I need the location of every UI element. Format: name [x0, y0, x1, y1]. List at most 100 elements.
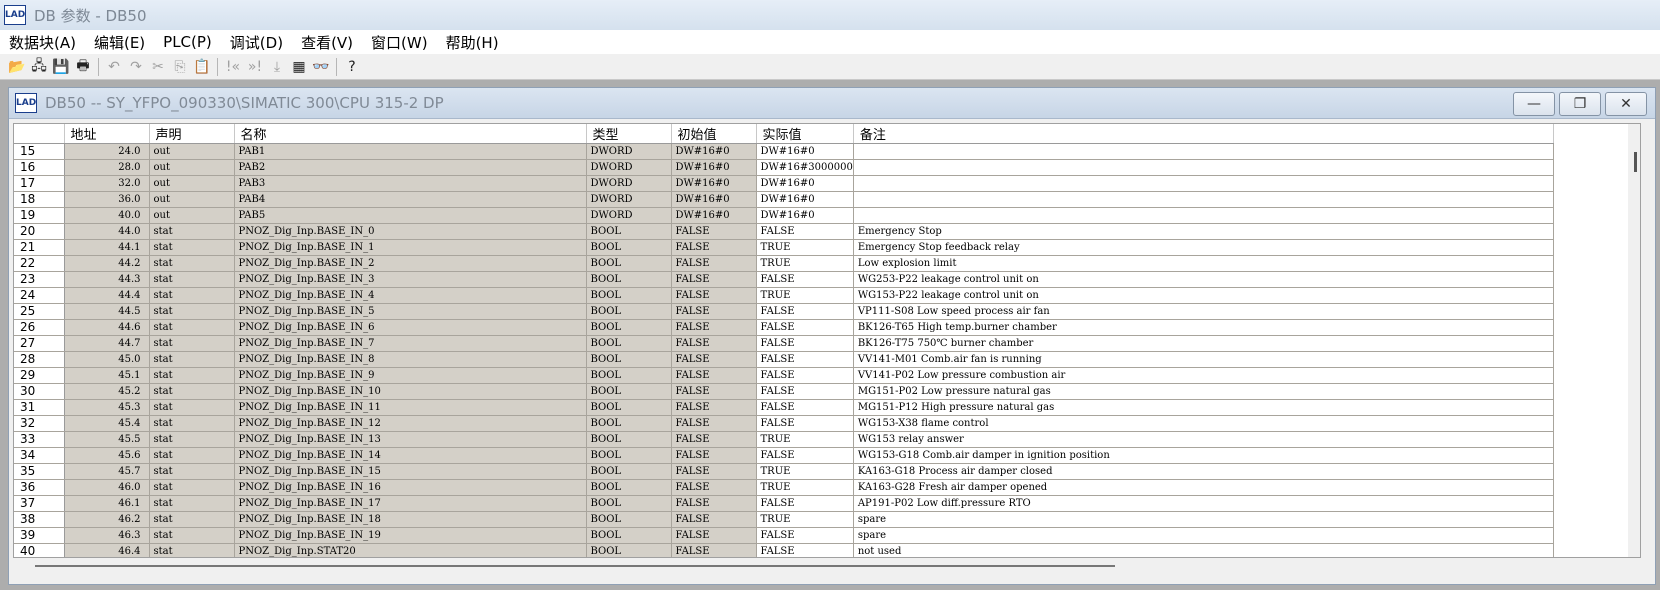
monitor-button[interactable]: 👓 [310, 56, 332, 78]
table-row[interactable]: 37 46.1 stat PNOZ_Dig_Inp.BASE_IN_17 BOOL FAL… [14, 495, 1554, 512]
actual-value-cell[interactable]: FALSE [756, 351, 854, 368]
prev-button[interactable]: !« [222, 56, 244, 78]
column-header-3[interactable]: 类型 [586, 124, 672, 144]
actual-value-cell[interactable]: FALSE [756, 447, 854, 464]
table-row[interactable]: 30 45.2 stat PNOZ_Dig_Inp.BASE_IN_10 BOOL FAL… [14, 383, 1554, 400]
column-header-2[interactable]: 名称 [234, 124, 587, 144]
row-number[interactable]: 35 [14, 463, 65, 480]
undo-button[interactable]: ↶ [103, 56, 125, 78]
actual-value-cell[interactable]: FALSE [756, 223, 854, 240]
table-row[interactable]: 33 45.5 stat PNOZ_Dig_Inp.BASE_IN_13 BOOL FAL… [14, 431, 1554, 448]
row-number[interactable]: 16 [14, 159, 65, 176]
table-row[interactable]: 32 45.4 stat PNOZ_Dig_Inp.BASE_IN_12 BOOL FAL… [14, 415, 1554, 432]
row-number[interactable]: 17 [14, 175, 65, 192]
row-number[interactable]: 28 [14, 351, 65, 368]
row-number[interactable]: 24 [14, 287, 65, 304]
row-number[interactable]: 32 [14, 415, 65, 432]
column-header-0[interactable]: 地址 [64, 124, 150, 144]
vertical-scroll-thumb[interactable] [1634, 152, 1637, 172]
actual-value-cell[interactable]: FALSE [756, 335, 854, 352]
row-number[interactable]: 26 [14, 319, 65, 336]
row-number[interactable]: 38 [14, 511, 65, 528]
save-button[interactable]: 💾 [50, 56, 72, 78]
maximize-button[interactable]: ❐ [1559, 92, 1601, 116]
table-row[interactable]: 31 45.3 stat PNOZ_Dig_Inp.BASE_IN_11 BOOL FAL… [14, 399, 1554, 416]
row-number[interactable]: 25 [14, 303, 65, 320]
minimize-button[interactable]: — [1513, 92, 1555, 116]
menu-item-3[interactable]: 调试(D) [221, 32, 292, 53]
table-row[interactable]: 24 44.4 stat PNOZ_Dig_Inp.BASE_IN_4 BOOL FALS… [14, 287, 1554, 304]
table-row[interactable]: 17 32.0 out PAB3 DWORD DW#16#0 DW#16#0 [14, 175, 1554, 192]
table-row[interactable]: 19 40.0 out PAB5 DWORD DW#16#0 DW#16#0 [14, 207, 1554, 224]
actual-value-cell[interactable]: FALSE [756, 495, 854, 512]
copy-button[interactable]: ⎘ [169, 56, 191, 78]
actual-value-cell[interactable]: FALSE [756, 367, 854, 384]
table-row[interactable]: 18 36.0 out PAB4 DWORD DW#16#0 DW#16#0 [14, 191, 1554, 208]
actual-value-cell[interactable]: DW#16#0 [756, 175, 854, 192]
actual-value-cell[interactable]: FALSE [756, 415, 854, 432]
table-row[interactable]: 15 24.0 out PAB1 DWORD DW#16#0 DW#16#0 [14, 143, 1554, 160]
menu-item-4[interactable]: 查看(V) [292, 32, 362, 53]
open-button[interactable]: 📂 [6, 56, 28, 78]
row-number[interactable]: 23 [14, 271, 65, 288]
column-header-6[interactable]: 备注 [853, 124, 1554, 144]
actual-value-cell[interactable]: TRUE [756, 255, 854, 272]
actual-value-cell[interactable]: TRUE [756, 287, 854, 304]
horizontal-scroll-thumb[interactable] [35, 565, 1115, 567]
actual-value-cell[interactable]: FALSE [756, 319, 854, 336]
table-row[interactable]: 39 46.3 stat PNOZ_Dig_Inp.BASE_IN_19 BOOL FAL… [14, 527, 1554, 544]
actual-value-cell[interactable]: FALSE [756, 543, 854, 557]
row-number[interactable]: 29 [14, 367, 65, 384]
table-row[interactable]: 23 44.3 stat PNOZ_Dig_Inp.BASE_IN_3 BOOL FALS… [14, 271, 1554, 288]
actual-value-cell[interactable]: FALSE [756, 303, 854, 320]
actual-value-cell[interactable]: DW#16#0 [756, 191, 854, 208]
print-button[interactable]: 🖶 [72, 56, 94, 78]
row-number[interactable]: 22 [14, 255, 65, 272]
actual-value-cell[interactable]: TRUE [756, 463, 854, 480]
actual-value-cell[interactable]: FALSE [756, 527, 854, 544]
menu-item-5[interactable]: 窗口(W) [362, 32, 437, 53]
row-number[interactable]: 40 [14, 543, 65, 557]
row-number[interactable]: 18 [14, 191, 65, 208]
column-header-4[interactable]: 初始值 [671, 124, 757, 144]
table-row[interactable]: 20 44.0 stat PNOZ_Dig_Inp.BASE_IN_0 BOOL FALS… [14, 223, 1554, 240]
table-row[interactable]: 25 44.5 stat PNOZ_Dig_Inp.BASE_IN_5 BOOL FALS… [14, 303, 1554, 320]
network-button[interactable]: 🖧 [28, 56, 50, 78]
close-button[interactable]: ✕ [1605, 92, 1647, 116]
actual-value-cell[interactable]: FALSE [756, 383, 854, 400]
table-row[interactable]: 34 45.6 stat PNOZ_Dig_Inp.BASE_IN_14 BOOL FAL… [14, 447, 1554, 464]
redo-button[interactable]: ↷ [125, 56, 147, 78]
table-row[interactable]: 35 45.7 stat PNOZ_Dig_Inp.BASE_IN_15 BOOL FAL… [14, 463, 1554, 480]
download-button[interactable]: ⤓ [266, 56, 288, 78]
row-number[interactable]: 36 [14, 479, 65, 496]
actual-value-cell[interactable]: TRUE [756, 479, 854, 496]
table-row[interactable]: 26 44.6 stat PNOZ_Dig_Inp.BASE_IN_6 BOOL FALS… [14, 319, 1554, 336]
row-number[interactable]: 37 [14, 495, 65, 512]
actual-value-cell[interactable]: FALSE [756, 399, 854, 416]
menu-item-0[interactable]: 数据块(A) [0, 32, 85, 53]
table-row[interactable]: 16 28.0 out PAB2 DWORD DW#16#0 DW#16#3000000 [14, 159, 1554, 176]
column-header-5[interactable]: 实际值 [756, 124, 854, 144]
horizontal-scrollbar[interactable] [13, 558, 1641, 574]
row-number[interactable]: 21 [14, 239, 65, 256]
actual-value-cell[interactable]: DW#16#0 [756, 207, 854, 224]
actual-value-cell[interactable]: DW#16#0 [756, 143, 854, 160]
row-number[interactable]: 27 [14, 335, 65, 352]
actual-value-cell[interactable]: DW#16#3000000 [756, 159, 854, 176]
menu-item-1[interactable]: 编辑(E) [85, 32, 154, 53]
cut-button[interactable]: ✂ [147, 56, 169, 78]
table-row[interactable]: 28 45.0 stat PNOZ_Dig_Inp.BASE_IN_8 BOOL FALS… [14, 351, 1554, 368]
row-number[interactable]: 30 [14, 383, 65, 400]
column-header-1[interactable]: 声明 [149, 124, 235, 144]
actual-value-cell[interactable]: TRUE [756, 511, 854, 528]
row-number[interactable]: 31 [14, 399, 65, 416]
row-number[interactable]: 33 [14, 431, 65, 448]
actual-value-cell[interactable]: TRUE [756, 239, 854, 256]
hardware-button[interactable]: ▦ [288, 56, 310, 78]
row-number[interactable]: 19 [14, 207, 65, 224]
paste-button[interactable]: 📋 [191, 56, 213, 78]
table-row[interactable]: 21 44.1 stat PNOZ_Dig_Inp.BASE_IN_1 BOOL FALS… [14, 239, 1554, 256]
table-row[interactable]: 38 46.2 stat PNOZ_Dig_Inp.BASE_IN_18 BOOL FAL… [14, 511, 1554, 528]
menu-item-6[interactable]: 帮助(H) [437, 32, 508, 53]
vertical-scrollbar[interactable] [1628, 124, 1640, 557]
